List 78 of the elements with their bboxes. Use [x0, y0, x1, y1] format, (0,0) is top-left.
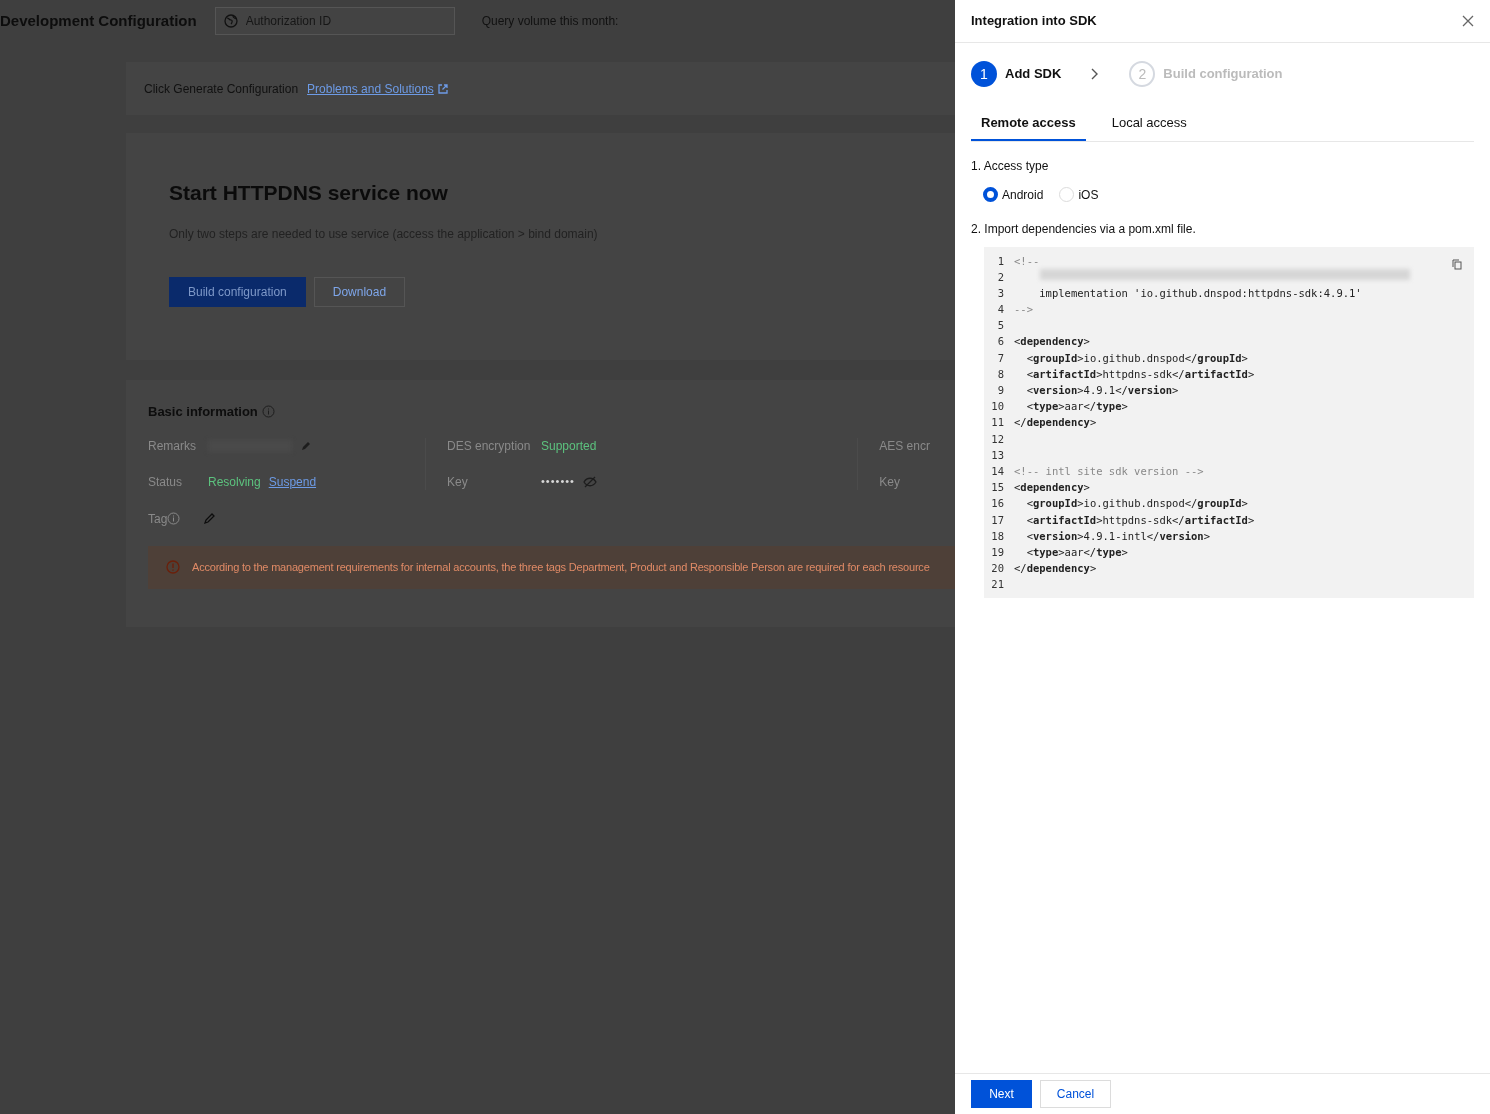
line-number: 19 — [990, 544, 1005, 560]
code-line: </dependency> — [1014, 415, 1097, 431]
field-label: AES encr — [879, 437, 931, 455]
code-comment: <!-- — [1014, 253, 1040, 269]
basic-info-title: Basic information — [148, 403, 258, 421]
info-icon — [261, 405, 275, 419]
eye-slash-icon[interactable] — [583, 475, 597, 488]
status-value: Supported — [541, 437, 597, 455]
copy-icon[interactable] — [1452, 258, 1462, 270]
tab[interactable]: Local access — [1101, 107, 1197, 141]
import-label: 2. Import dependencies via a pom.xml file. — [971, 220, 1197, 238]
line-number: 4 — [996, 302, 1005, 318]
code-line: <version>4.9.1-intl</version> — [1025, 528, 1210, 544]
line-number: 2 — [996, 269, 1005, 285]
problems-link[interactable]: Problems and Solutions — [307, 79, 448, 98]
code-line: <artifactId>httpdns-sdk</artifactId> — [1025, 366, 1255, 382]
field-label: Key — [879, 473, 901, 491]
field-label: Status — [148, 473, 184, 491]
build-configuration-button[interactable]: Build configuration — [169, 276, 306, 307]
step-number: 1 — [971, 61, 997, 87]
line-number: 18 — [990, 528, 1005, 544]
field-label: DES encryption — [447, 437, 532, 455]
cancel-button[interactable]: Cancel — [1040, 1080, 1111, 1108]
step-label: Add SDK — [1005, 65, 1062, 84]
line-number: 12 — [990, 431, 1005, 447]
line-number: 5 — [996, 318, 1005, 334]
code-line: <artifactId>httpdns-sdk</artifactId> — [1025, 512, 1255, 528]
access-type-label: 1. Access type — [971, 157, 1050, 175]
code-comment: <!-- intl site sdk version --> — [1014, 463, 1204, 479]
line-number: 1 — [996, 253, 1005, 269]
line-number: 8 — [996, 366, 1005, 382]
chevron-right-icon — [1091, 68, 1100, 80]
tab[interactable]: Remote access — [971, 107, 1086, 141]
close-button[interactable] — [1462, 15, 1474, 27]
next-button[interactable]: Next — [971, 1080, 1032, 1108]
line-number: 10 — [990, 399, 1005, 415]
code-line: <dependency> — [1014, 480, 1090, 496]
tag-label: Tag — [148, 510, 168, 528]
drawer-title: Integration into SDK — [971, 12, 1097, 31]
code-comment: --> — [1014, 302, 1033, 318]
line-number: 17 — [990, 512, 1005, 528]
external-link-icon — [437, 83, 448, 94]
line-number: 6 — [996, 334, 1005, 350]
code-line: <type>aar</type> — [1025, 544, 1128, 560]
step-label: Build configuration — [1163, 65, 1283, 84]
masked-key: ••••••• — [541, 473, 575, 490]
warning-text: According to the management requirements for internal accounts, the three tags Department, Product and Responsible Person are required for each resource — [192, 559, 930, 575]
close-icon — [1462, 15, 1474, 27]
pencil-icon[interactable] — [203, 512, 217, 525]
line-number: 13 — [990, 447, 1005, 463]
hero-title: Start HTTPDNS service now — [169, 180, 449, 206]
line-number: 20 — [990, 561, 1005, 577]
info-icon — [167, 512, 181, 525]
suspend-link[interactable]: Suspend — [268, 472, 317, 491]
radio-option[interactable]: Android — [983, 185, 1044, 204]
code-line: implementation 'io.github.dnspod:httpdns-sdk:4.9.1' — [1038, 285, 1362, 301]
pencil-icon[interactable] — [300, 439, 312, 452]
line-number: 14 — [990, 463, 1005, 479]
code-line: <dependency> — [1014, 334, 1090, 350]
step-number: 2 — [1129, 61, 1156, 87]
code-line: <version>4.9.1</version> — [1025, 383, 1179, 398]
line-number: 3 — [996, 285, 1005, 301]
code-line: <groupId>io.github.dnspod</groupId> — [1025, 350, 1248, 366]
code-line: <type>aar</type> — [1025, 399, 1128, 415]
line-number: 16 — [990, 496, 1005, 512]
line-number: 15 — [990, 480, 1005, 496]
warning-icon — [166, 560, 180, 574]
radio-option[interactable]: iOS — [1059, 185, 1099, 204]
line-number: 9 — [996, 383, 1005, 398]
code-line: <groupId>io.github.dnspod</groupId> — [1025, 496, 1248, 512]
line-number: 7 — [996, 350, 1005, 366]
status-value: Resolving — [208, 473, 261, 491]
line-number: 21 — [990, 577, 1005, 593]
field-label: Key — [447, 473, 469, 491]
line-number: 11 — [990, 415, 1005, 431]
download-button[interactable]: Download — [313, 276, 406, 307]
field-label: Remarks — [148, 437, 197, 455]
code-line: </dependency> — [1014, 561, 1097, 577]
